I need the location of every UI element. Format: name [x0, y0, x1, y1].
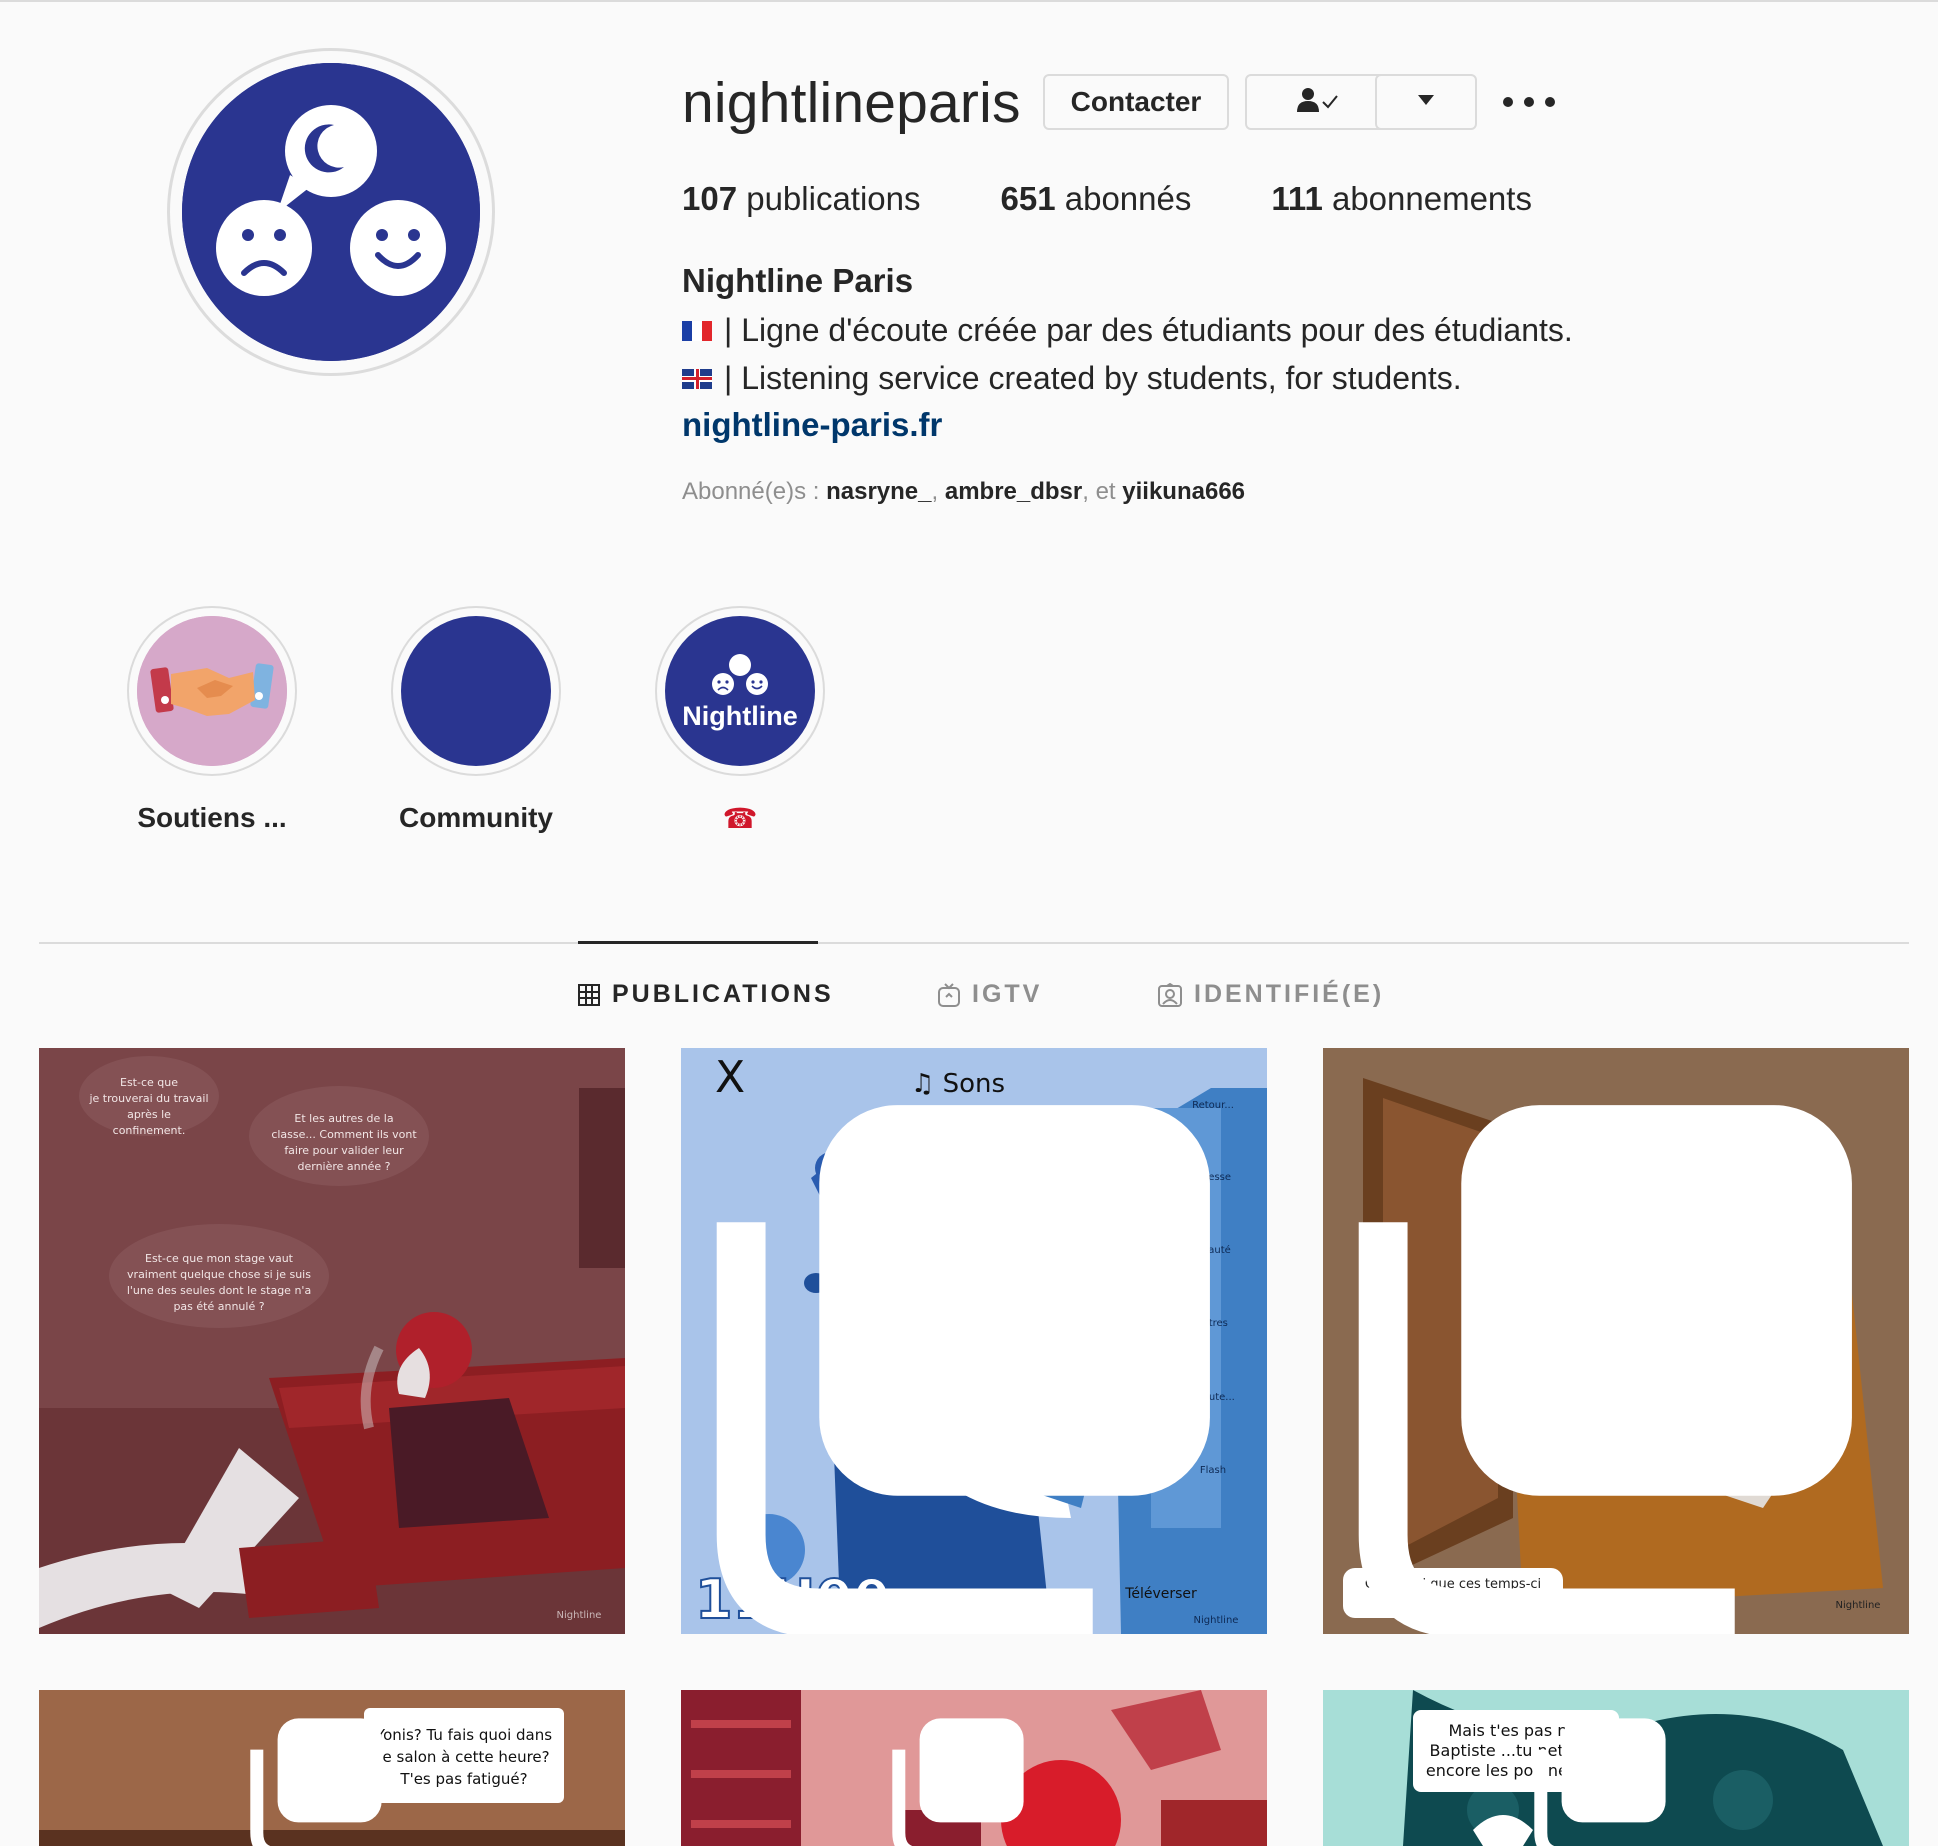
post-thumbnail[interactable]: Yonis? Tu fais quoi dans le salon à cett… [39, 1690, 625, 1846]
followed-by-separator: , [931, 478, 945, 505]
nightline-faces-icon [712, 653, 768, 695]
highlight-cover-text: Nightline [682, 700, 798, 731]
posts-label: publications [737, 180, 921, 217]
tab-tagged[interactable]: IDENTIFIÉ(E) [1158, 980, 1384, 1009]
post-caption-text: Et les autres de la [294, 1112, 393, 1125]
followers-link[interactable]: 651 abonnés [1001, 180, 1192, 218]
profile-full-name: Nightline Paris [682, 262, 914, 299]
highlight-cover [391, 606, 561, 776]
tab-label: PUBLICATIONS [612, 980, 834, 1008]
following-button[interactable] [1245, 74, 1393, 130]
followed-by-prefix: Abonné(e)s : [682, 478, 827, 505]
profile-avatar[interactable] [167, 48, 495, 376]
followed-by[interactable]: Abonné(e)s : nasryne_, ambre_dbsr, et yi… [682, 478, 1245, 506]
contact-button[interactable]: Contacter [1043, 74, 1229, 130]
followed-by-user[interactable]: yiikuna666 [1122, 478, 1245, 505]
bio-text-en: | Listening service created by students,… [724, 360, 1462, 396]
post-caption-text: vraiment quelque chose si je suis [127, 1268, 311, 1281]
igtv-icon [938, 982, 960, 1007]
following-label: abonnements [1322, 180, 1532, 217]
tab-label: IGTV [972, 980, 1043, 1008]
multiple-images-icon [250, 1718, 382, 1846]
blank-blue-circle [401, 616, 551, 766]
bio-text-fr: | Ligne d'écoute créée par des étudiants… [724, 312, 1573, 348]
chevron-down-icon [1417, 93, 1435, 111]
post-caption-text: faire pour valider leur [284, 1144, 404, 1157]
tagged-icon [1158, 982, 1182, 1007]
post-thumbnail[interactable]: Est-ce que je trouverai du travail après… [39, 1048, 625, 1634]
highlight-cover [127, 606, 297, 776]
post-caption-text: après le [127, 1108, 171, 1121]
post-caption-text: confinement. [113, 1124, 186, 1137]
following-number: 111 [1271, 180, 1323, 217]
bio-line-en: | Listening service created by students,… [682, 360, 1462, 397]
highlight-phone[interactable]: Nightline ☎ [655, 606, 825, 835]
top-border [0, 0, 1938, 2]
tabs-divider [39, 942, 1909, 944]
followers-label: abonnés [1055, 180, 1192, 217]
multiple-images-icon [1358, 1105, 1852, 1634]
website-link[interactable]: nightline-paris.fr [682, 406, 942, 444]
user-check-icon [1295, 86, 1343, 119]
highlight-label: Soutiens ... [137, 802, 287, 833]
bio-line-fr: | Ligne d'écoute créée par des étudiants… [682, 312, 1573, 349]
posts-number: 107 [682, 180, 738, 217]
post-caption-text: l'une des seules dont le stage n'a [127, 1284, 311, 1297]
post-thumbnail[interactable]: C'est vrai que ces temps-ci je déprime u… [1323, 1048, 1909, 1634]
grid-icon [578, 983, 600, 1006]
followed-by-user[interactable]: ambre_dbsr [945, 478, 1082, 505]
post-thumbnail[interactable]: Mais t'es pas net Baptiste ...tu nettoie… [1323, 1690, 1909, 1846]
posts-count: 107 publications [682, 180, 921, 218]
france-flag-icon [682, 320, 712, 341]
profile-stats: 107 publications 651 abonnés 111 abonnem… [682, 180, 1612, 218]
post-thumbnail[interactable]: X ♫ Sons Retour... Vitesse Beauté Filtre… [681, 1048, 1267, 1634]
active-tab-indicator [578, 941, 818, 944]
followed-by-user[interactable]: nasryne_ [826, 478, 931, 505]
watermark-text: Nightline [557, 1610, 602, 1621]
handshake-icon [137, 616, 287, 766]
following-link[interactable]: 111 abonnements [1271, 180, 1532, 218]
multiple-images-icon [716, 1105, 1210, 1634]
tab-label: IDENTIFIÉ(E) [1194, 980, 1385, 1008]
post-caption-text: je trouverai du travail [88, 1092, 208, 1105]
nightline-logo-icon [182, 63, 480, 361]
tab-igtv[interactable]: IGTV [938, 980, 1042, 1009]
post-caption-text: Est-ce que mon stage vaut [145, 1252, 294, 1265]
multiple-images-icon [1534, 1718, 1666, 1846]
telephone-emoji-icon: ☎ [722, 803, 758, 834]
multiple-images-icon [892, 1718, 1024, 1846]
nightline-logo-icon: Nightline [665, 616, 815, 766]
highlight-soutiens[interactable]: Soutiens ... [127, 606, 297, 834]
post-caption-text: classe... Comment ils vont [271, 1128, 417, 1141]
post-caption-text: pas été annulé ? [173, 1300, 264, 1313]
suggestions-dropdown-button[interactable] [1375, 74, 1477, 130]
followed-by-and: , et [1082, 478, 1123, 505]
post-thumbnail[interactable] [681, 1690, 1267, 1846]
tab-publications[interactable]: PUBLICATIONS [578, 980, 834, 1009]
uk-flag-icon [682, 368, 712, 389]
followers-number: 651 [1000, 180, 1056, 217]
post-caption-text: dernière année ? [298, 1160, 391, 1173]
highlight-label: Community [399, 802, 553, 833]
post-caption-text: Est-ce que [120, 1076, 178, 1089]
profile-username: nightlineparis [682, 71, 1021, 135]
highlight-cover: Nightline [655, 606, 825, 776]
more-options-icon[interactable] [1503, 82, 1555, 122]
highlight-community[interactable]: Community [391, 606, 561, 834]
